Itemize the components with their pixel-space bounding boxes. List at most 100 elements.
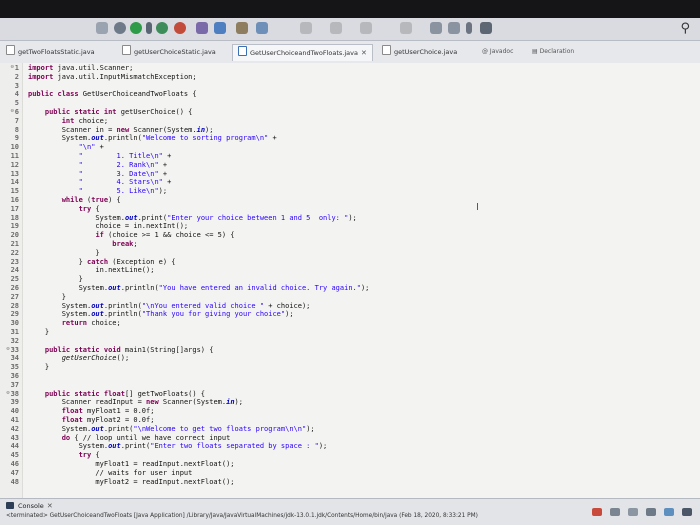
code-token: if <box>95 231 104 240</box>
code-line[interactable]: import java.util.Scanner; <box>28 64 133 72</box>
code-line[interactable]: } <box>28 328 49 336</box>
code-token: Scanner(System. <box>129 125 197 134</box>
code-token: .println( <box>103 310 142 319</box>
code-line[interactable]: float myFloat1 = 0.0f; <box>28 407 155 415</box>
code-token: public static int <box>44 108 117 116</box>
code-token: } <box>28 275 83 284</box>
code-line[interactable]: myFloat1 = readInput.nextFloat(); <box>28 460 234 468</box>
code-line[interactable]: do { // loop until we have correct input <box>28 433 231 442</box>
code-line[interactable]: System.out.println("Welcome to sorting p… <box>28 134 277 142</box>
code-token: catch <box>87 257 109 266</box>
screen: ⚲ getTwoFloatsStatic.java getUserChoiceS… <box>0 0 700 525</box>
code-line[interactable]: if (choice >= 1 && choice <= 5) { <box>28 231 234 240</box>
search-toolbar-icon[interactable] <box>236 22 248 34</box>
code-line[interactable]: public static float[] getTwoFloats() { <box>28 390 205 398</box>
code-line[interactable]: System.out.print("Enter your choice betw… <box>28 214 356 222</box>
code-line[interactable]: myFloat2 = readInput.nextFloat(); <box>28 478 234 486</box>
annotation-icon[interactable] <box>300 22 312 34</box>
code-token: } <box>28 292 66 301</box>
open-type-icon[interactable] <box>214 22 226 34</box>
code-line[interactable]: return choice; <box>28 319 121 327</box>
nav-dropdown-icon[interactable] <box>466 22 472 34</box>
code-line[interactable]: choice = in.nextInt(); <box>28 222 188 230</box>
code-line[interactable]: break; <box>28 240 137 248</box>
clear-console-icon[interactable] <box>627 508 638 516</box>
back-icon[interactable] <box>430 22 442 34</box>
code-line[interactable]: Scanner in = new Scanner(System.in); <box>28 125 214 134</box>
code-token: 3. Date\n" <box>116 169 159 178</box>
code-line[interactable]: in.nextLine(); <box>28 266 154 274</box>
code-line[interactable]: try { <box>28 451 100 459</box>
code-token: ); <box>318 442 328 451</box>
code-token: + <box>268 134 277 143</box>
code-line[interactable]: } <box>28 249 99 257</box>
code-line[interactable]: "\n" + <box>28 143 104 151</box>
display-console-icon[interactable] <box>682 508 692 516</box>
new-file-icon[interactable] <box>96 22 108 34</box>
scroll-lock-icon[interactable] <box>645 508 656 516</box>
remove-launch-icon[interactable] <box>609 508 620 516</box>
code-line[interactable]: public static int getUserChoice() { <box>28 108 193 116</box>
tab-get-user-choice-and-two-floats[interactable]: GetUserChoiceandTwoFloats.java ✕ <box>232 44 373 61</box>
code-token: public class <box>28 90 79 99</box>
maximize-icon[interactable] <box>480 22 492 34</box>
debug-icon[interactable] <box>114 22 126 34</box>
pin-console-icon[interactable] <box>663 508 674 516</box>
code-line[interactable]: import java.util.InputMismatchException; <box>28 73 197 81</box>
pin-icon[interactable] <box>256 22 268 34</box>
search-icon[interactable]: ⚲ <box>680 21 690 36</box>
code-line[interactable]: public static void main1(String[]args) { <box>28 346 214 354</box>
code-token: { // loop until we have correct input <box>70 433 231 442</box>
code-line[interactable]: getUserChoice(); <box>28 354 129 362</box>
run-dropdown-icon[interactable] <box>146 22 152 34</box>
tab-declaration[interactable]: ▤ Declaration <box>532 44 574 60</box>
code-token: "You have entered an invalid choice. Try… <box>158 284 361 292</box>
code-line[interactable]: " 3. Date\n" + <box>28 169 168 178</box>
coverage-icon[interactable] <box>156 22 168 34</box>
next-annotation-icon[interactable] <box>330 22 342 34</box>
code-token: + <box>158 169 168 178</box>
close-console-icon[interactable]: ✕ <box>47 502 53 510</box>
code-line[interactable]: } <box>28 363 49 371</box>
forward-icon[interactable] <box>448 22 460 34</box>
tab-javadoc[interactable]: @ Javadoc <box>482 44 513 60</box>
code-line[interactable]: } <box>28 293 66 301</box>
code-line[interactable]: " 2. Rank\n" + <box>28 161 168 169</box>
code-line[interactable]: System.out.print("Enter two floats separ… <box>28 442 328 451</box>
code-token: (); <box>116 354 130 363</box>
code-line[interactable]: Scanner readInput = new Scanner(System.i… <box>28 398 243 406</box>
tab-get-user-choice-static[interactable]: getUserChoiceStatic.java <box>122 44 216 60</box>
code-line[interactable]: } catch (Exception e) { <box>28 258 176 266</box>
code-token: System. <box>28 301 92 310</box>
code-line[interactable]: " 4. Stars\n" + <box>28 178 172 186</box>
line-number: 10 <box>10 143 19 152</box>
code-line[interactable]: System.out.println("\nYou entered valid … <box>28 301 311 310</box>
declaration-label: Declaration <box>539 48 575 55</box>
tab-get-user-choice[interactable]: getUserChoice.java <box>382 44 457 60</box>
code-line[interactable]: float myFloat2 = 0.0f; <box>28 416 155 424</box>
last-edit-icon[interactable] <box>400 22 412 34</box>
close-tab-icon[interactable]: ✕ <box>361 49 367 57</box>
new-java-project-icon[interactable] <box>196 22 208 34</box>
terminate-icon[interactable] <box>591 508 602 516</box>
run-icon[interactable] <box>130 22 142 34</box>
external-tools-icon[interactable] <box>174 22 186 34</box>
console-tab[interactable]: Console ✕ <box>6 502 53 510</box>
code-line[interactable]: while (true) { <box>28 196 121 204</box>
code-token: 5. Like\n" <box>116 187 159 196</box>
code-line[interactable]: System.out.print("\nWelcome to get two f… <box>28 425 315 433</box>
prev-annotation-icon[interactable] <box>360 22 372 34</box>
code-line[interactable]: System.out.println("Thank you for giving… <box>28 310 294 318</box>
code-line[interactable]: " 5. Like\n"); <box>28 187 168 196</box>
code-editor[interactable]: 1234567891011121314151617181920212223242… <box>0 63 700 498</box>
code-line[interactable]: public class GetUserChoiceandTwoFloats { <box>28 90 197 98</box>
code-line[interactable]: try { <box>28 205 100 213</box>
code-line[interactable]: int choice; <box>28 117 108 125</box>
code-line[interactable]: // waits for user input <box>28 469 192 477</box>
code-line[interactable]: System.out.println("You have entered an … <box>28 284 370 292</box>
code-line[interactable]: " 1. Title\n" + <box>28 152 172 160</box>
code-line[interactable]: } <box>28 275 83 283</box>
tab-get-two-floats-static[interactable]: getTwoFloatsStatic.java <box>6 44 95 60</box>
